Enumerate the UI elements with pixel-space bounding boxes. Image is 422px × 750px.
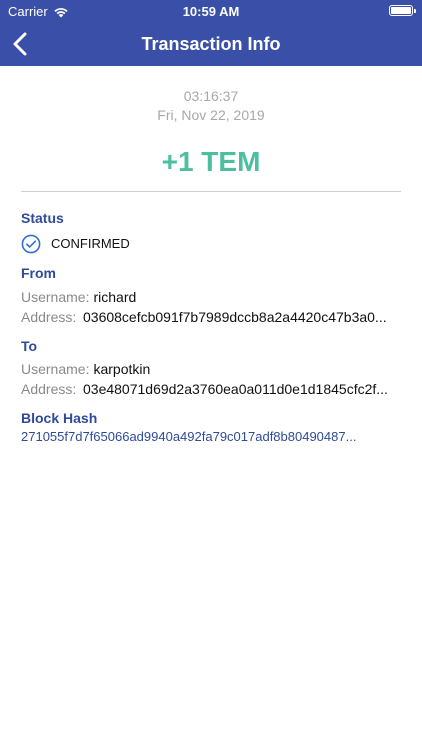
to-address-row: Address: 03e48071d69d2a3760ea0a011d0e1d1… bbox=[21, 381, 397, 397]
from-username-row: Username: richard bbox=[21, 289, 136, 305]
from-username: richard bbox=[93, 289, 137, 305]
nav-bar: Carrier 10:59 AM Transaction Info bbox=[0, 0, 422, 66]
status-clock: 10:59 AM bbox=[182, 4, 240, 19]
block-hash-link[interactable]: 271055f7d7f65066ad9940a492fa79c017adf8b8… bbox=[21, 429, 397, 444]
to-username-label: Username: bbox=[21, 361, 90, 377]
status-bar: Carrier 10:59 AM bbox=[0, 0, 422, 22]
transaction-amount: +1 TEM bbox=[161, 146, 261, 177]
from-heading: From bbox=[21, 265, 56, 281]
to-username: karpotkin bbox=[93, 361, 151, 377]
to-address: 03e48071d69d2a3760ea0a011d0e1d1845cfc2f.… bbox=[83, 381, 388, 397]
from-address-row: Address: 03608cefcb091f7b7989dccb8a2a442… bbox=[21, 309, 397, 325]
status-heading: Status bbox=[21, 210, 64, 226]
to-address-label: Address: bbox=[21, 381, 77, 397]
divider bbox=[21, 191, 401, 192]
status-value: CONFIRMED bbox=[51, 236, 130, 251]
block-hash-heading: Block Hash bbox=[21, 410, 98, 426]
page-title: Transaction Info bbox=[141, 34, 281, 54]
from-address: 03608cefcb091f7b7989dccb8a2a4420c47b3a0.… bbox=[83, 309, 387, 325]
transaction-date: Fri, Nov 22, 2019 bbox=[157, 107, 265, 123]
battery-icon bbox=[389, 5, 416, 16]
check-circle-icon bbox=[21, 234, 41, 254]
from-username-label: Username: bbox=[21, 289, 90, 305]
to-username-row: Username: karpotkin bbox=[21, 361, 150, 377]
transaction-time: 03:16:37 bbox=[183, 88, 239, 104]
from-address-label: Address: bbox=[21, 309, 77, 325]
to-heading: To bbox=[21, 338, 38, 354]
